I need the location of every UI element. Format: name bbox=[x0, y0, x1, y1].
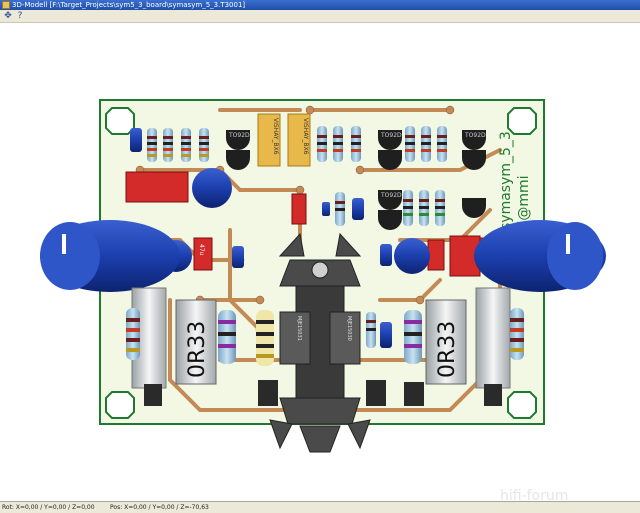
svg-text:VISHAY_BX6: VISHAY_BX6 bbox=[302, 118, 309, 155]
3d-viewport[interactable]: symasym_5_3 ti@mmi TO92D TO92D TO92D TO9… bbox=[0, 23, 640, 501]
svg-text:47u: 47u bbox=[198, 244, 205, 256]
svg-text:TO92D: TO92D bbox=[464, 132, 486, 139]
status-rotation: Rot: X=0,00 / Y=0,00 / Z=0,00 bbox=[2, 504, 95, 511]
svg-text:0R33: 0R33 bbox=[185, 321, 210, 378]
move-icon[interactable]: ✥ bbox=[3, 11, 13, 21]
app-icon bbox=[2, 1, 10, 9]
svg-text:VISHAY_BX6: VISHAY_BX6 bbox=[272, 118, 279, 155]
svg-text:MJE15030: MJE15030 bbox=[346, 316, 352, 341]
help-icon[interactable]: ? bbox=[15, 11, 25, 21]
window-title: 3D-Modell [F:\Target_Projects\sym5_3_boa… bbox=[12, 1, 246, 9]
title-bar: 3D-Modell [F:\Target_Projects\sym5_3_boa… bbox=[0, 0, 640, 10]
svg-text:MJE15031: MJE15031 bbox=[296, 316, 302, 341]
svg-text:TO92D: TO92D bbox=[380, 132, 402, 139]
svg-text:0R33: 0R33 bbox=[435, 321, 460, 378]
board-render: symasym_5_3 ti@mmi TO92D TO92D TO92D TO9… bbox=[40, 99, 606, 453]
status-bar: Rot: X=0,00 / Y=0,00 / Z=0,00 Pos: X=0,0… bbox=[0, 501, 640, 513]
toolbar: ✥ ? bbox=[0, 10, 640, 23]
svg-text:TO92D: TO92D bbox=[228, 132, 250, 139]
status-position: Pos: X=0,00 / Y=0,00 / Z=-70,63 bbox=[110, 504, 209, 511]
svg-text:TO92D: TO92D bbox=[380, 192, 402, 199]
silk-brand: symasym_5_3 bbox=[498, 131, 514, 230]
